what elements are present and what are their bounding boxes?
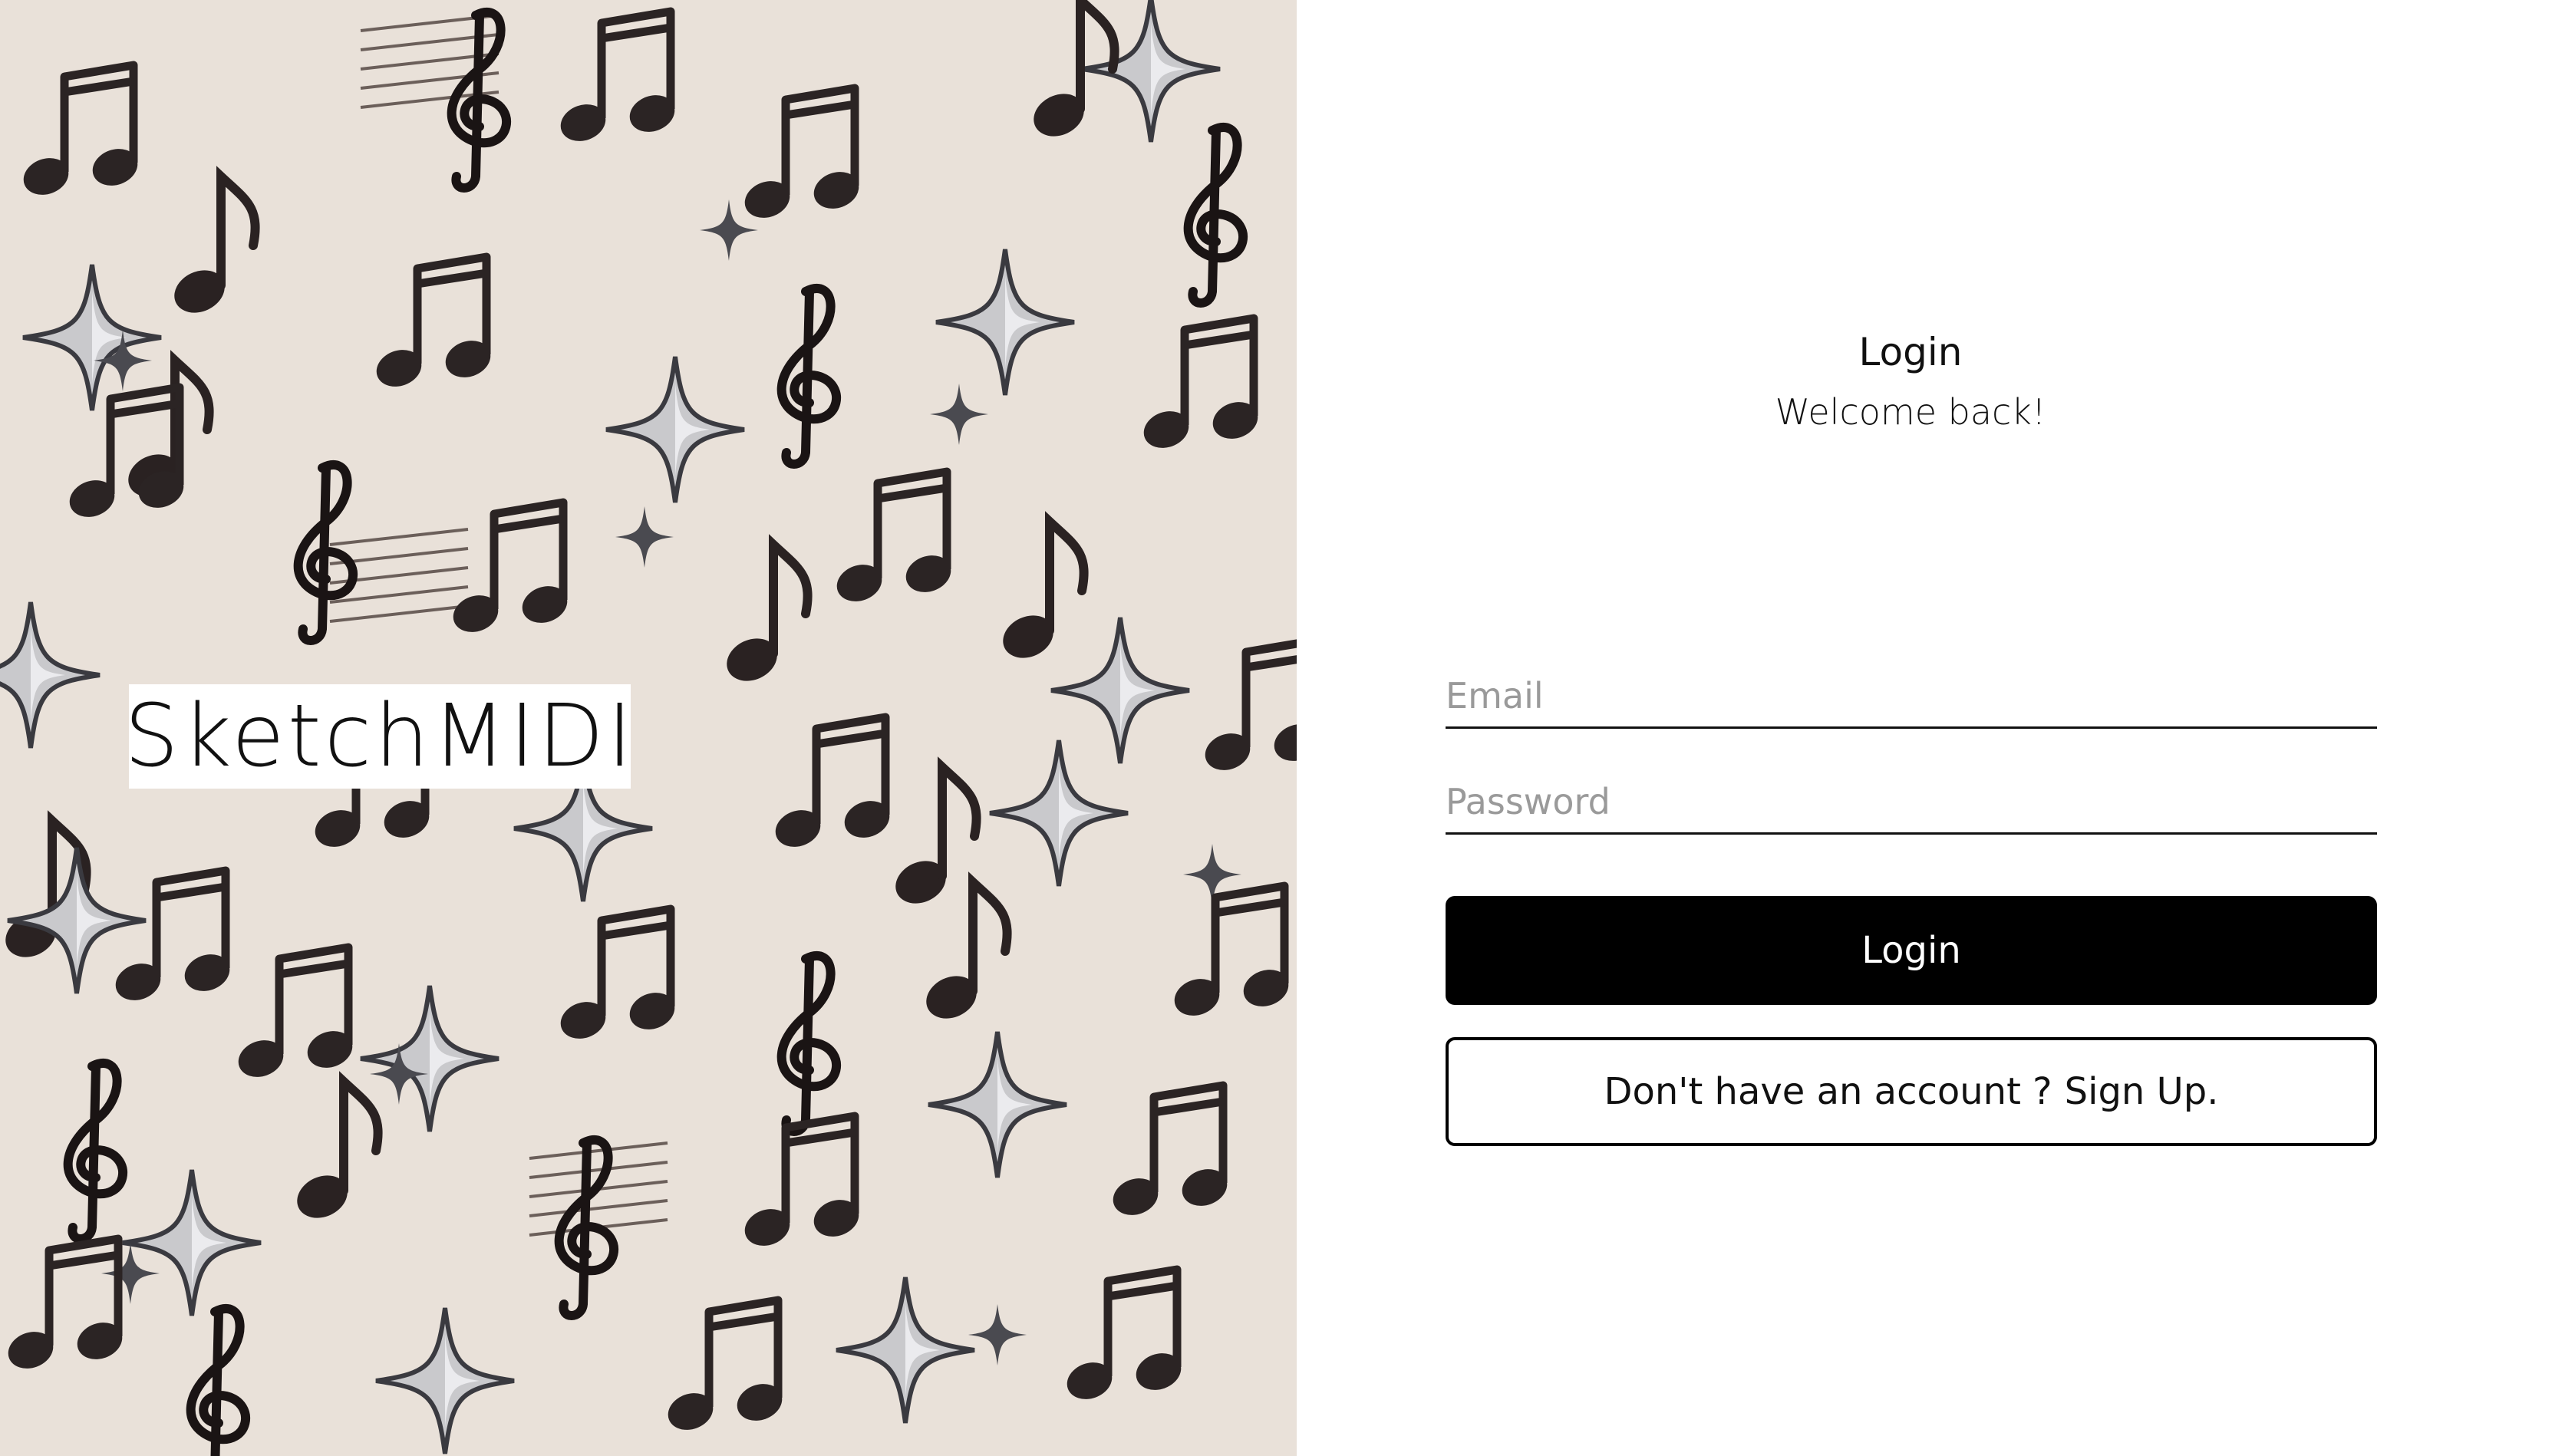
login-button[interactable]: Login	[1446, 896, 2377, 1005]
login-subtitle: Welcome back!	[1775, 391, 2046, 433]
signup-link[interactable]: Sign Up.	[2065, 1070, 2219, 1113]
login-title: Login	[1858, 330, 1963, 374]
music-notes-artwork: SketchMIDI	[0, 0, 1297, 1456]
login-panel: Login Welcome back! Login Don't have an …	[1297, 0, 2565, 1456]
signup-button[interactable]: Don't have an account ? Sign Up.	[1446, 1037, 2377, 1146]
brand-name: SketchMIDI	[124, 687, 636, 786]
login-button-label: Login	[1861, 929, 1961, 972]
signup-prompt: Don't have an account ?	[1604, 1070, 2052, 1113]
password-input[interactable]	[1446, 770, 2377, 835]
email-input[interactable]	[1446, 664, 2377, 729]
brand-logo: SketchMIDI	[124, 684, 632, 789]
login-page: SketchMIDI Login Welcome back! Login Don…	[0, 0, 2565, 1456]
